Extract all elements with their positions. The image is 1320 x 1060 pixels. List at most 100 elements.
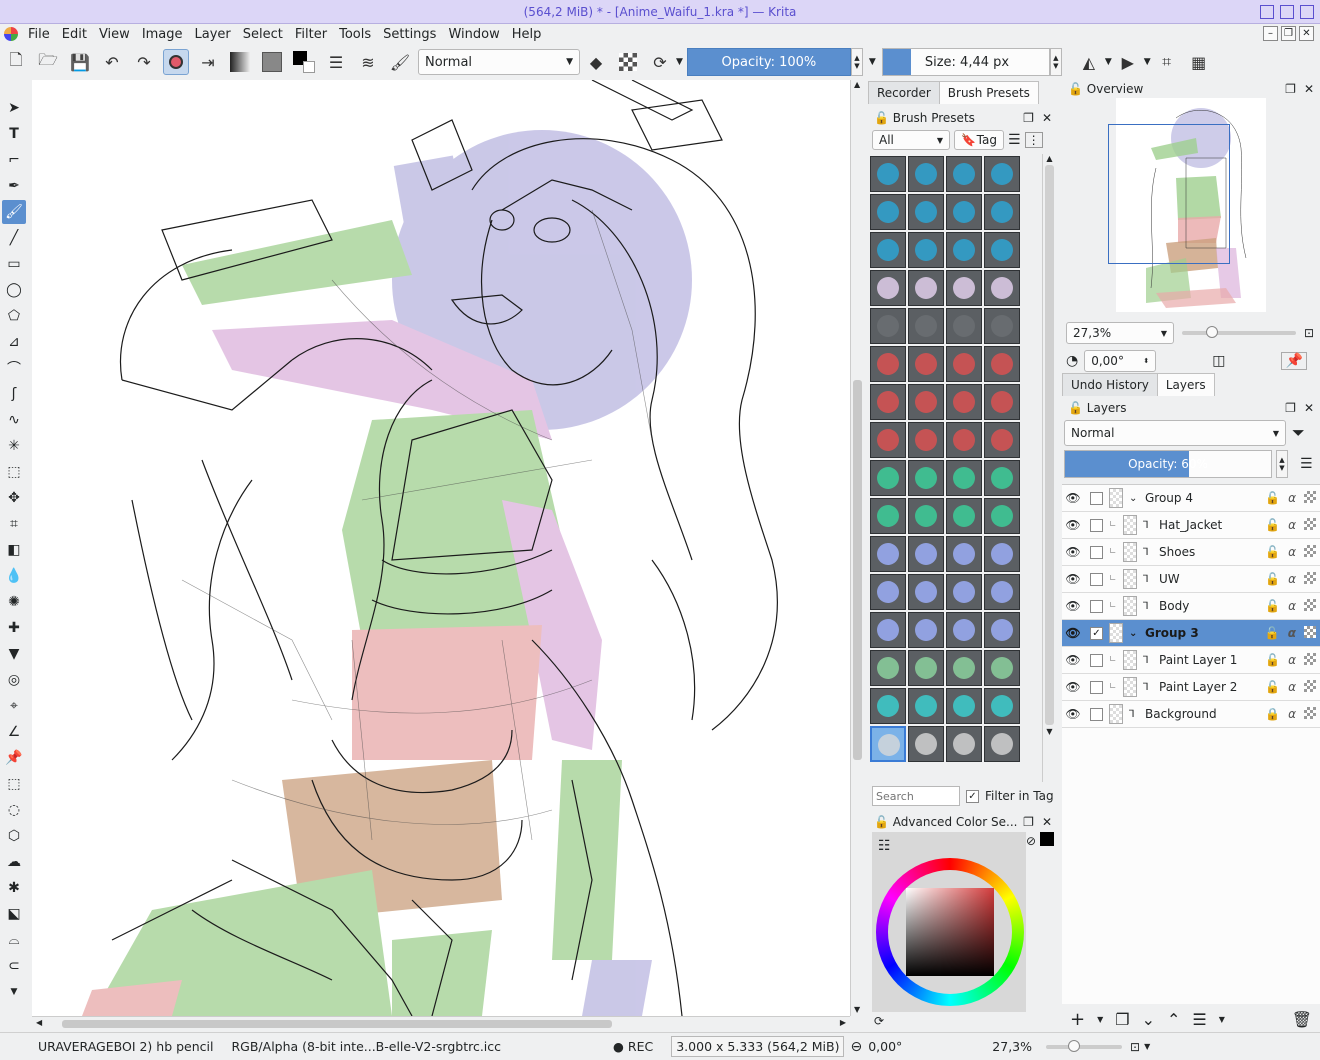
mirror-view-icon[interactable]: ◫ (1212, 353, 1225, 369)
workspace-icon[interactable]: ▦ (1186, 49, 1212, 75)
select-shapes-tool-icon[interactable]: ➤ (2, 96, 26, 120)
layer-opacity-spin[interactable]: ▲ ▼ (1276, 450, 1288, 478)
brush-preset-item[interactable] (946, 650, 982, 686)
close-icon[interactable]: ✕ (1042, 111, 1052, 125)
brush-preset-item[interactable] (870, 156, 906, 192)
brush-preset-item[interactable] (908, 612, 944, 648)
brush-preset-item[interactable] (984, 156, 1020, 192)
brush-preset-item[interactable] (870, 536, 906, 572)
brush-preset-item[interactable] (984, 194, 1020, 230)
brush-preset-item[interactable] (908, 536, 944, 572)
brush-preset-item[interactable] (870, 460, 906, 496)
unlock-icon[interactable]: 🔓 (1265, 680, 1280, 694)
move-layer-up-icon[interactable]: ⌃ (1167, 1010, 1180, 1029)
delete-layer-icon[interactable]: 🗑 (1292, 1010, 1312, 1029)
inherit-alpha-icon[interactable] (1304, 518, 1316, 530)
brush-preset-item[interactable] (908, 156, 944, 192)
toolbox-collapse-icon[interactable]: ▼ (2, 980, 26, 1004)
brush-preset-item[interactable] (870, 270, 906, 306)
freehand-brush-tool-icon[interactable]: 🖌 (2, 200, 26, 224)
unlock-icon[interactable]: 🔓 (1265, 626, 1280, 640)
brush-preset-item[interactable] (908, 232, 944, 268)
reload-preset-icon[interactable]: ⟳ (647, 49, 673, 75)
open-document-icon[interactable]: 🗁 (35, 49, 61, 75)
line-tool-icon[interactable]: ╱ (2, 226, 26, 250)
tab-layers[interactable]: Layers (1156, 373, 1215, 396)
fill-tool-icon[interactable]: ▼ (2, 642, 26, 666)
alpha-lock-icon[interactable]: α (1288, 653, 1296, 667)
dock-menu-icon[interactable]: ⋮ (1024, 132, 1043, 148)
layer-opacity-slider[interactable]: Opacity: 60% (1064, 450, 1272, 478)
record-icon[interactable] (163, 49, 189, 75)
brush-settings-icon[interactable]: ≋ (355, 49, 381, 75)
inherit-alpha-icon[interactable] (1304, 572, 1316, 584)
menu-filter[interactable]: Filter (289, 27, 333, 42)
brush-preset-item[interactable] (908, 422, 944, 458)
brush-preset-item[interactable] (870, 726, 906, 762)
close-window-icon[interactable] (1300, 5, 1314, 19)
viewport-rectangle[interactable] (1108, 124, 1230, 264)
menu-settings[interactable]: Settings (377, 27, 442, 42)
chevron-down-icon[interactable]: ▼ (1097, 1015, 1103, 1024)
polyline-tool-icon[interactable]: ⊿ (2, 330, 26, 354)
opacity-slider[interactable]: Opacity: 100% (686, 48, 851, 76)
slider-handle[interactable] (1068, 1039, 1081, 1052)
unlock-icon[interactable]: 🔓 (1265, 491, 1280, 505)
gradient-tool-icon[interactable]: ◧ (2, 538, 26, 562)
brush-preset-item[interactable] (908, 194, 944, 230)
ellipse-select-tool-icon[interactable]: ◌ (2, 798, 26, 822)
fg-bg-color-icon[interactable] (291, 49, 317, 75)
inherit-alpha-icon[interactable] (1304, 680, 1316, 692)
mirror-vertical-icon[interactable]: ▶ (1115, 49, 1141, 75)
lock-icon[interactable]: 🔒 (1265, 707, 1280, 721)
brush-preset-item[interactable] (946, 194, 982, 230)
similar-select-tool-icon[interactable]: ⬕ (2, 902, 26, 926)
brush-preset-item[interactable] (984, 726, 1020, 762)
lock-icon[interactable]: 🔓 (1068, 82, 1083, 96)
chevron-down-icon[interactable]: ▼ (869, 57, 876, 67)
menu-image[interactable]: Image (136, 27, 189, 42)
brush-preset-item[interactable] (870, 498, 906, 534)
minimize-icon[interactable] (1260, 5, 1274, 19)
canvas-horizontal-scrollbar[interactable]: ◀ ▶ (32, 1016, 850, 1030)
ellipse-tool-icon[interactable]: ◯ (2, 278, 26, 302)
brush-preset-item[interactable] (984, 270, 1020, 306)
lock-icon[interactable]: 🔓 (1068, 401, 1083, 415)
calligraphy-tool-icon[interactable]: ✒ (2, 174, 26, 198)
inherit-alpha-icon[interactable] (1304, 653, 1316, 665)
float-icon[interactable]: ❐ (1023, 111, 1034, 125)
brush-preset-item[interactable] (870, 688, 906, 724)
brush-preset-item[interactable] (946, 270, 982, 306)
crop-icon[interactable]: ⌗ (1154, 49, 1180, 75)
rotate-icon[interactable]: ⊖ (850, 1039, 862, 1055)
status-zoom[interactable]: 27,3% (992, 1039, 1032, 1054)
menu-edit[interactable]: Edit (56, 27, 93, 42)
status-rotation[interactable]: 0,00° (868, 1039, 902, 1054)
fit-view-icon[interactable]: ⊡ (1130, 1040, 1140, 1054)
color-picker-tool-icon[interactable]: 💧 (2, 564, 26, 588)
layer-row[interactable]: 👁 ∟ ⅂ Hat_Jacket 🔓 α (1062, 512, 1320, 539)
brush-preset-item[interactable] (984, 650, 1020, 686)
brush-preset-item[interactable] (984, 422, 1020, 458)
brush-preset-item[interactable] (984, 498, 1020, 534)
brush-preset-item[interactable] (984, 574, 1020, 610)
brush-preset-item[interactable] (870, 612, 906, 648)
close-icon[interactable]: ✕ (1042, 815, 1052, 829)
alpha-lock-icon[interactable]: α (1288, 545, 1296, 559)
inherit-alpha-icon[interactable] (1304, 545, 1316, 557)
add-layer-icon[interactable]: + (1070, 1009, 1085, 1030)
overview-thumbnail[interactable] (1108, 98, 1266, 312)
layer-select-checkbox[interactable] (1090, 518, 1103, 532)
visibility-eye-icon[interactable]: 👁 (1062, 680, 1084, 694)
mirror-horizontal-icon[interactable]: ◭ (1076, 49, 1102, 75)
colorize-mask-tool-icon[interactable]: ✺ (2, 590, 26, 614)
brush-preset-item[interactable] (946, 156, 982, 192)
menu-file[interactable]: File (22, 27, 56, 42)
visibility-eye-icon[interactable]: 👁 (1062, 599, 1084, 613)
no-color-icon[interactable]: ⊘ (1026, 834, 1036, 848)
opacity-spin[interactable]: ▲ ▼ (850, 48, 863, 76)
view-mode-icon[interactable]: ☰ (1008, 132, 1021, 148)
freehand-select-tool-icon[interactable]: ☁ (2, 850, 26, 874)
chevron-down-icon[interactable]: ▼ (676, 57, 683, 67)
brush-preset-item[interactable] (908, 574, 944, 610)
